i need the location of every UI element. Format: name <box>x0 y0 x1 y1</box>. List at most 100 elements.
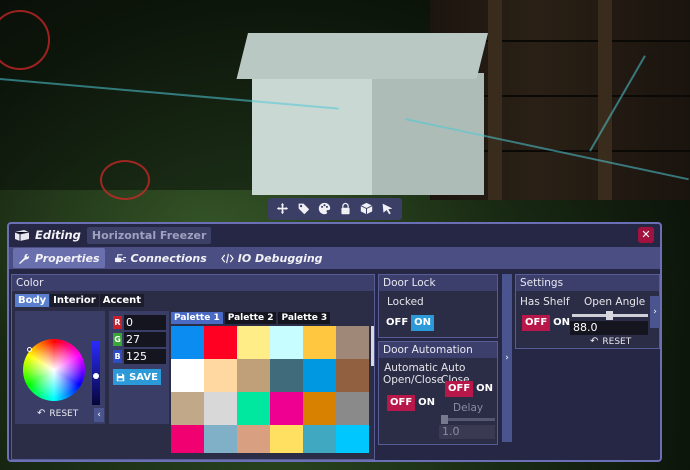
toggle-off[interactable]: OFF <box>445 381 474 397</box>
open-angle-label: Open Angle <box>584 296 646 308</box>
palette-swatch[interactable] <box>270 425 303 453</box>
palette-swatch[interactable] <box>237 326 270 359</box>
rgb-inputs: R 0 G 27 B 125 SAVE <box>109 311 169 424</box>
tab-label: Connections <box>130 251 207 265</box>
palette-swatch[interactable] <box>303 425 336 453</box>
toggle-on[interactable]: ON <box>411 315 435 331</box>
open-angle-reset-button[interactable]: ↶ RESET <box>590 336 631 347</box>
editing-label: Editing <box>35 228 81 242</box>
freezer-side[interactable] <box>372 73 484 195</box>
palette-tab-3[interactable]: Palette 3 <box>278 312 331 324</box>
palette-swatch[interactable] <box>303 359 336 392</box>
automatic-label: Automatic Open/Close <box>383 362 443 386</box>
green-row: G 27 <box>113 332 166 347</box>
color-picker: ↶ RESET ‹ <box>15 311 105 424</box>
palette-swatch[interactable] <box>171 326 204 359</box>
settings-title: Settings <box>516 275 659 291</box>
palette-swatch[interactable] <box>303 392 336 425</box>
palette-swatch[interactable] <box>204 326 237 359</box>
color-subtabs: Body Interior Accent <box>15 294 145 307</box>
cube-icon[interactable] <box>359 201 375 217</box>
palette-tab-2[interactable]: Palette 2 <box>224 312 277 324</box>
delay-slider[interactable] <box>441 418 495 421</box>
toggle-off[interactable]: OFF <box>522 315 551 331</box>
locked-label: Locked <box>387 296 424 308</box>
pointer-icon[interactable] <box>380 201 396 217</box>
collapse-left-icon[interactable]: ‹ <box>94 408 104 422</box>
freezer-front[interactable] <box>252 73 372 195</box>
settings-panel: Settings Has Shelf OFF ON Open Angle 88.… <box>515 274 660 349</box>
palette-swatch[interactable] <box>237 359 270 392</box>
editor-window: Editing Horizontal Freezer ✕ Properties … <box>7 222 662 462</box>
palette-swatch[interactable] <box>204 425 237 453</box>
subtab-body[interactable]: Body <box>15 294 50 307</box>
palette-swatch[interactable] <box>237 425 270 453</box>
green-tag: G <box>113 333 122 346</box>
palette-scrollbar[interactable] <box>371 326 374 366</box>
delay-slider-handle[interactable] <box>441 415 448 424</box>
palette-swatch[interactable] <box>204 392 237 425</box>
freezer-icon <box>14 229 30 241</box>
editor-titlebar: Editing Horizontal Freezer ✕ <box>9 224 660 246</box>
expand-settings-icon[interactable]: › <box>502 274 512 442</box>
freezer-lid[interactable] <box>236 33 488 79</box>
expand-right-icon[interactable]: › <box>650 296 660 328</box>
palette-swatch[interactable] <box>336 392 369 425</box>
palette-swatch[interactable] <box>270 326 303 359</box>
palette-swatch[interactable] <box>336 359 369 392</box>
palette-swatch[interactable] <box>270 359 303 392</box>
has-shelf-toggle[interactable]: OFF ON <box>522 315 573 331</box>
tab-connections[interactable]: Connections <box>109 248 212 268</box>
reset-arrow-icon: ↶ <box>37 408 46 419</box>
blue-row: B 125 <box>113 349 166 364</box>
object-name: Horizontal Freezer <box>86 226 212 244</box>
palette-swatch[interactable] <box>270 392 303 425</box>
door-lock-title: Door Lock <box>379 275 497 291</box>
palette-swatch[interactable] <box>336 326 369 359</box>
locked-toggle[interactable]: OFF ON <box>383 315 435 331</box>
reset-label: RESET <box>602 336 632 347</box>
red-input[interactable]: 0 <box>124 315 166 330</box>
blue-input[interactable]: 125 <box>124 349 166 364</box>
palette-swatch[interactable] <box>237 392 270 425</box>
close-button[interactable]: ✕ <box>638 227 654 243</box>
tab-io-debugging[interactable]: IO Debugging <box>216 248 328 268</box>
palette-swatch[interactable] <box>171 425 204 453</box>
toggle-off[interactable]: OFF <box>383 315 411 331</box>
palette-swatch[interactable] <box>204 359 237 392</box>
brightness-slider-handle[interactable] <box>93 373 99 379</box>
door-lock-panel: Door Lock Locked OFF ON <box>378 274 498 338</box>
move-icon[interactable] <box>275 201 291 217</box>
door-automation-panel: Door Automation Automatic Open/Close OFF… <box>378 341 498 445</box>
toggle-on[interactable]: ON <box>415 395 438 411</box>
palette-swatch[interactable] <box>336 425 369 453</box>
palette-icon[interactable] <box>317 201 333 217</box>
palette-swatch[interactable] <box>171 392 204 425</box>
tab-properties[interactable]: Properties <box>13 248 105 268</box>
shed-post <box>598 0 612 200</box>
delay-input[interactable]: 1.0 <box>439 425 495 439</box>
wrench-icon <box>19 253 30 264</box>
palette-swatch[interactable] <box>171 359 204 392</box>
lock-icon[interactable] <box>338 201 354 217</box>
subtab-interior[interactable]: Interior <box>50 294 99 307</box>
palette-tab-1[interactable]: Palette 1 <box>171 312 223 324</box>
palette-swatches <box>171 326 370 453</box>
green-input[interactable]: 27 <box>124 332 166 347</box>
palette-swatch[interactable] <box>303 326 336 359</box>
toggle-off[interactable]: OFF <box>387 395 416 411</box>
blue-tag: B <box>113 350 122 363</box>
subtab-accent[interactable]: Accent <box>99 294 145 307</box>
reset-label: RESET <box>49 408 79 419</box>
save-color-button[interactable]: SAVE <box>113 369 161 385</box>
auto-close-toggle[interactable]: OFF ON <box>445 381 496 397</box>
open-angle-slider-handle[interactable] <box>606 311 614 320</box>
color-wheel[interactable] <box>23 339 85 401</box>
tag-icon[interactable] <box>296 201 312 217</box>
door-automation-title: Door Automation <box>379 342 497 358</box>
color-wheel-cursor[interactable] <box>27 347 32 352</box>
color-reset-button[interactable]: ↶ RESET <box>37 408 78 419</box>
automatic-toggle[interactable]: OFF ON <box>387 395 438 411</box>
toggle-on[interactable]: ON <box>473 381 496 397</box>
open-angle-input[interactable]: 88.0 <box>570 321 648 335</box>
